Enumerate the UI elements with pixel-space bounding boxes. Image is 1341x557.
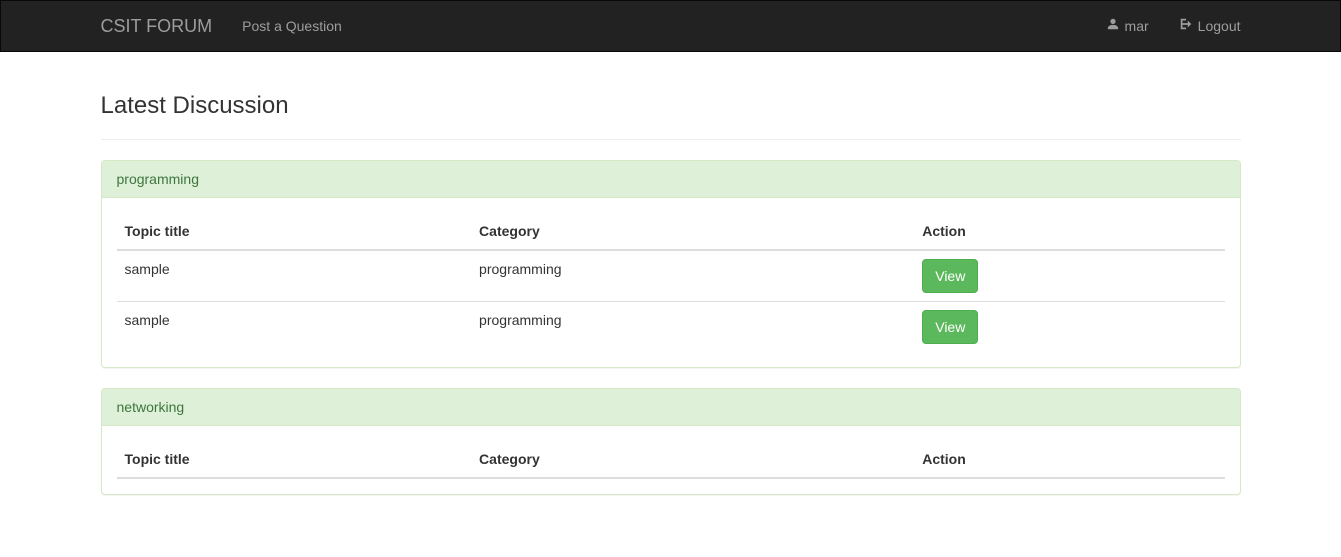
user-link[interactable]: mar [1091, 1, 1164, 51]
panel-body: Topic titleCategoryActionsampleprogrammi… [102, 198, 1240, 367]
table-row: sampleprogrammingView [117, 302, 1225, 353]
username-text: mar [1125, 16, 1149, 36]
col-action: Action [914, 441, 1224, 478]
topics-table: Topic titleCategoryAction [117, 441, 1225, 479]
col-category: Category [471, 213, 914, 250]
table-header-row: Topic titleCategoryAction [117, 213, 1225, 250]
table-header-row: Topic titleCategoryAction [117, 441, 1225, 478]
col-topic: Topic title [117, 441, 472, 478]
table-row: sampleprogrammingView [117, 250, 1225, 302]
discussion-panel: networking Topic titleCategoryAction [101, 388, 1241, 495]
user-icon [1106, 16, 1120, 36]
topics-table: Topic titleCategoryActionsampleprogrammi… [117, 213, 1225, 352]
navbar: CSIT FORUM Post a Question mar Logout [0, 0, 1341, 52]
col-action: Action [914, 213, 1224, 250]
discussion-panel: programmingTopic titleCategoryActionsamp… [101, 160, 1241, 368]
category-cell: programming [471, 250, 914, 302]
view-button[interactable]: View [922, 310, 978, 344]
action-cell: View [914, 250, 1224, 302]
logout-text: Logout [1198, 16, 1241, 36]
post-question-link[interactable]: Post a Question [227, 1, 357, 51]
col-topic: Topic title [117, 213, 472, 250]
panel-heading: networking [102, 389, 1240, 426]
page-title: Latest Discussion [101, 92, 1241, 120]
page-header: Latest Discussion [101, 92, 1241, 140]
topic-cell: sample [117, 250, 472, 302]
action-cell: View [914, 302, 1224, 353]
logout-link[interactable]: Logout [1164, 1, 1256, 51]
logout-icon [1179, 16, 1193, 36]
col-category: Category [471, 441, 914, 478]
panel-heading: programming [102, 161, 1240, 198]
view-button[interactable]: View [922, 259, 978, 293]
panel-body: Topic titleCategoryAction [102, 426, 1240, 494]
brand-link[interactable]: CSIT FORUM [86, 1, 228, 51]
topic-cell: sample [117, 302, 472, 353]
category-cell: programming [471, 302, 914, 353]
